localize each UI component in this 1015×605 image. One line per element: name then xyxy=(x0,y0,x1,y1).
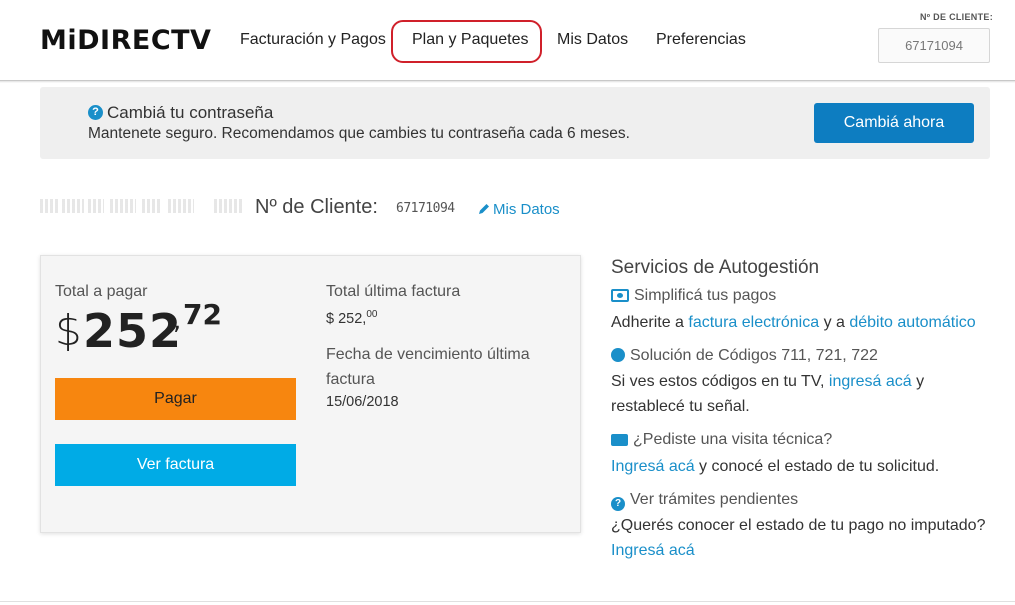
footer-divider xyxy=(0,601,1015,602)
edit-mis-datos-link[interactable]: Mis Datos xyxy=(493,201,560,218)
question-icon: ? xyxy=(88,105,103,120)
due-date-label: Fecha de vencimiento última factura xyxy=(326,346,530,388)
change-password-button[interactable]: Cambiá ahora xyxy=(814,103,974,143)
globe-icon xyxy=(611,348,625,362)
due-date-value: 15/06/2018 xyxy=(326,394,399,410)
service-text-payments: Adherite a factura electrónica y a débit… xyxy=(611,310,976,335)
total-to-pay-label: Total a pagar xyxy=(55,283,148,300)
service-heading-text: Simplificá tus pagos xyxy=(634,287,777,304)
banner-text: Mantenete seguro. Recomendamos que cambi… xyxy=(88,125,630,142)
last-bill-cents: 00 xyxy=(366,309,378,320)
brand-logo[interactable]: MiDIRECTV xyxy=(40,25,211,56)
service-heading-text: Ver trámites pendientes xyxy=(630,491,799,508)
question-icon: ? xyxy=(611,497,625,511)
view-bill-button[interactable]: Ver factura xyxy=(55,444,296,486)
client-number-field[interactable]: 67171094 xyxy=(878,28,990,63)
billing-card: Total a pagar $ 252 , 72 Pagar Ver factu… xyxy=(40,255,581,533)
service-heading-payments: Simplificá tus pagos xyxy=(611,287,776,305)
nav-mis-datos[interactable]: Mis Datos xyxy=(557,31,628,49)
last-bill-value: $ 252,00 xyxy=(326,309,377,327)
service-heading-codes: Solución de Códigos 711, 721, 722 xyxy=(611,347,878,365)
currency-symbol: $ xyxy=(55,306,82,355)
services-title: Servicios de Autogestión xyxy=(611,257,820,278)
electronic-bill-link[interactable]: factura electrónica xyxy=(688,314,819,331)
amount-integer: 252 xyxy=(83,304,183,358)
service-text-visit: Ingresá acá y conocé el estado de tu sol… xyxy=(611,454,939,479)
password-banner: ? Cambiá tu contraseña Mantenete seguro.… xyxy=(40,87,990,159)
service-text: y a xyxy=(819,314,850,331)
customer-number-label: Nº de Cliente: xyxy=(255,196,378,218)
pending-ingresa-link[interactable]: Ingresá acá xyxy=(611,538,695,563)
service-text: y conocé el estado de tu solicitud. xyxy=(694,458,940,475)
highlight-annotation xyxy=(391,20,542,63)
client-number-label: Nº DE CLIENTE: xyxy=(920,12,993,22)
visit-ingresa-link[interactable]: Ingresá acá xyxy=(611,458,695,475)
last-bill-amount: $ 252, xyxy=(326,310,367,327)
service-text: Adherite a xyxy=(611,314,689,331)
customer-number-value: 67171094 xyxy=(396,201,455,216)
auto-debit-link[interactable]: débito automático xyxy=(849,314,975,331)
header-shadow xyxy=(0,81,1015,83)
amount-separator: , xyxy=(173,306,182,336)
pencil-icon[interactable] xyxy=(477,202,491,216)
codes-ingresa-link[interactable]: ingresá acá xyxy=(829,373,912,390)
service-heading-text: ¿Pediste una visita técnica? xyxy=(633,431,833,448)
pending-ingresa-link-text[interactable]: Ingresá acá xyxy=(611,542,695,559)
nav-preferencias[interactable]: Preferencias xyxy=(656,31,746,49)
last-bill-label: Total última factura xyxy=(326,283,461,300)
customer-name-redacted xyxy=(38,193,250,221)
service-heading-visit: ¿Pediste una visita técnica? xyxy=(611,431,832,449)
service-text-pending: ¿Querés conocer el estado de tu pago no … xyxy=(611,517,986,534)
nav-facturacion-pagos[interactable]: Facturación y Pagos xyxy=(240,31,386,49)
bill-icon xyxy=(611,289,629,302)
top-header: MiDIRECTV Facturación y Pagos Plan y Paq… xyxy=(0,0,1015,81)
service-heading-pending: ? Ver trámites pendientes xyxy=(611,491,798,511)
truck-icon xyxy=(611,434,628,446)
service-text-codes: Si ves estos códigos en tu TV, ingresá a… xyxy=(611,369,991,419)
service-heading-text: Solución de Códigos 711, 721, 722 xyxy=(630,347,878,364)
service-text: Si ves estos códigos en tu TV, xyxy=(611,373,829,390)
amount-decimals: 72 xyxy=(183,298,222,331)
banner-title: Cambiá tu contraseña xyxy=(107,103,274,122)
pay-button[interactable]: Pagar xyxy=(55,378,296,420)
